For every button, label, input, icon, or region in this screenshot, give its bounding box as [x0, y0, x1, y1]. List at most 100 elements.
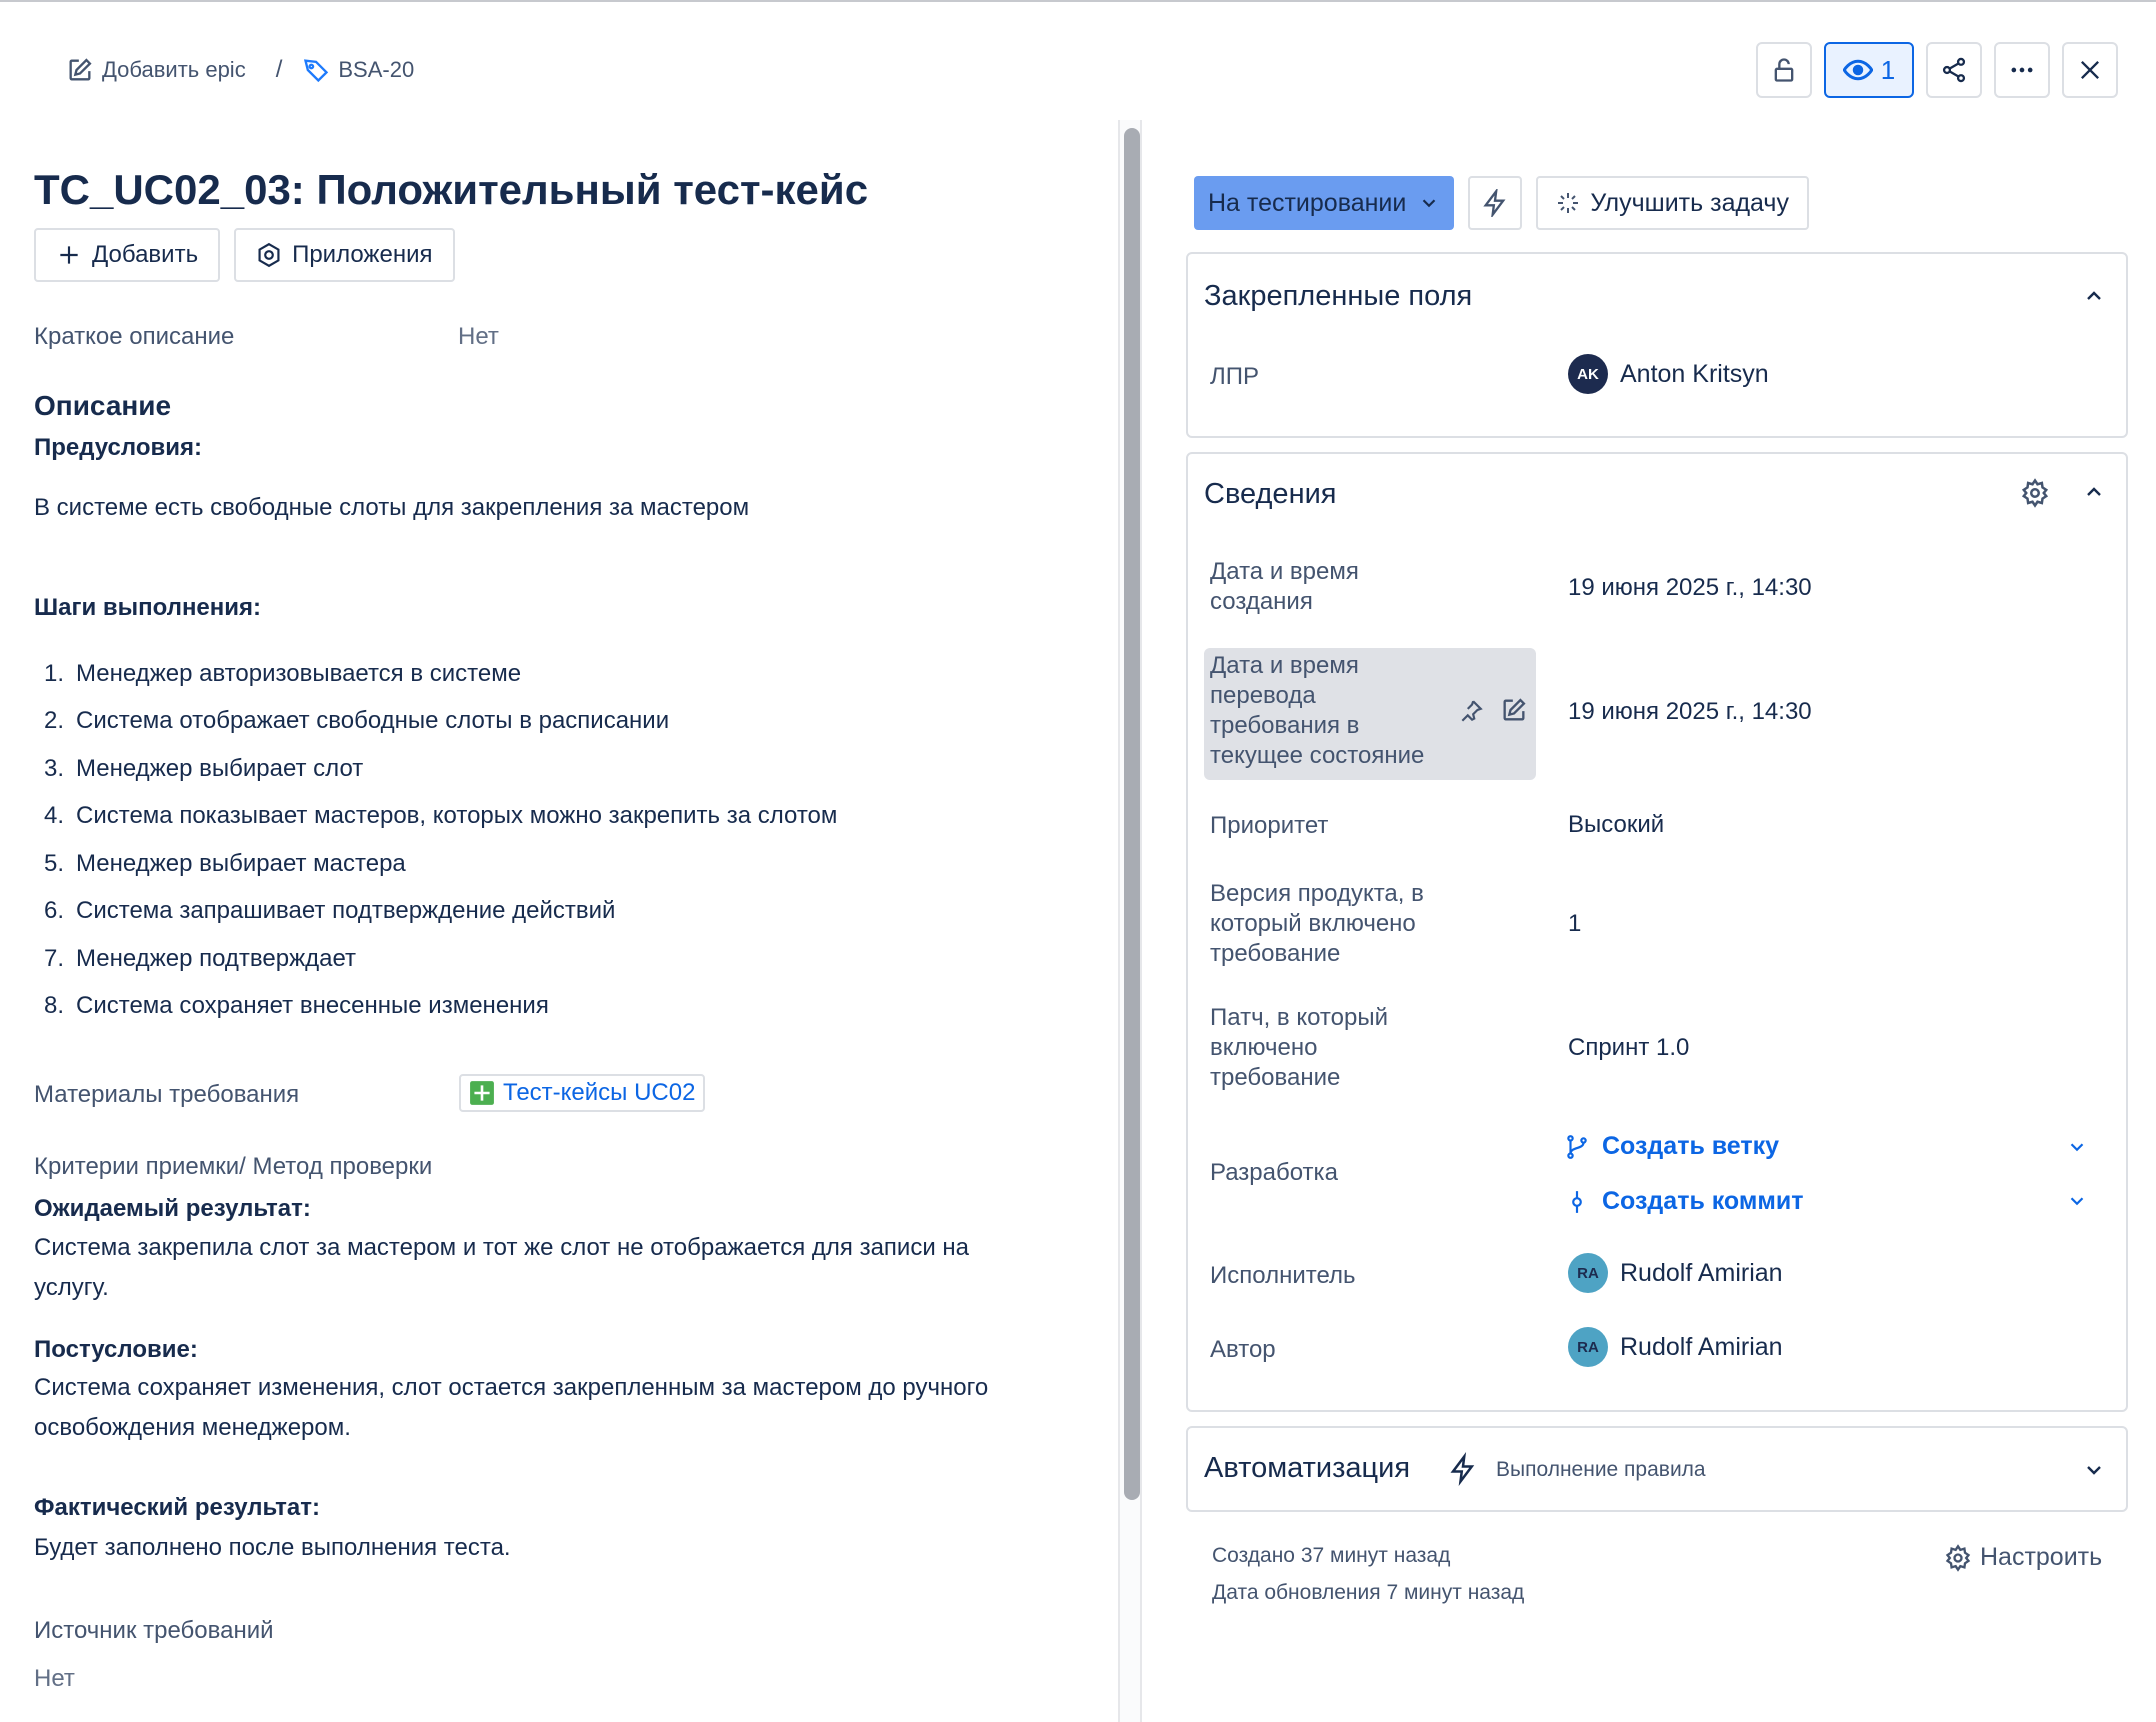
priority-value[interactable]: Высокий — [1568, 811, 1664, 839]
chevron-down-icon[interactable] — [2066, 1136, 2088, 1158]
commit-icon — [1564, 1189, 1590, 1215]
postcondition-line1: Система сохраняет изменения, слот остает… — [34, 1374, 989, 1401]
lpr-label: ЛПР — [1210, 363, 1260, 390]
transition-label-line1: Дата и время — [1210, 652, 1359, 679]
share-button[interactable] — [1926, 42, 1982, 98]
short-description-value[interactable]: Нет — [458, 323, 499, 351]
created-label-line1: Дата и время — [1210, 558, 1359, 585]
transition-label: Дата и время перевода требования в текущ… — [1210, 651, 1424, 771]
patch-label: Патч, в который включено требование — [1210, 1003, 1388, 1093]
avatar: AK — [1568, 354, 1608, 394]
gear-icon — [1944, 1543, 1972, 1572]
transition-label-line3: требования в — [1210, 712, 1360, 739]
details-card: Сведения Дата и время создания 19 июня 2… — [1186, 452, 2128, 1412]
created-label: Дата и время создания — [1210, 557, 1359, 617]
lock-button[interactable] — [1756, 42, 1812, 98]
pin-icon[interactable] — [1458, 698, 1484, 724]
actions-button[interactable] — [1468, 176, 1523, 230]
step-number: 4. — [43, 802, 64, 830]
step-number: 1. — [43, 659, 64, 687]
issue-actions: 1 — [1756, 42, 2118, 98]
requirements-source-label: Источник требований — [34, 1617, 274, 1644]
materials-link-text: Тест-кейсы UC02 — [503, 1079, 696, 1106]
edit-icon[interactable] — [1500, 696, 1528, 724]
step-item: 4. Система показывает мастеров, которых м… — [34, 793, 837, 841]
materials-link[interactable]: Тест-кейсы UC02 — [459, 1074, 706, 1112]
improve-task-button[interactable]: Улучшить задачу — [1536, 176, 1809, 230]
step-item: 6. Система запрашивает подтверждение дейс… — [34, 888, 837, 936]
lpr-name: Anton Kritsyn — [1620, 359, 1769, 388]
development-label: Разработка — [1210, 1159, 1338, 1186]
issue-key: BSA-20 — [338, 57, 415, 82]
issue-toolbar: Добавить Приложения — [34, 228, 455, 282]
add-button[interactable]: Добавить — [34, 228, 221, 282]
create-commit-link[interactable]: Создать коммит — [1564, 1187, 1803, 1216]
created-label-line2: создания — [1210, 588, 1313, 615]
sparkle-icon — [1556, 191, 1580, 215]
assignee-user[interactable]: RA Rudolf Amirian — [1568, 1253, 1783, 1293]
configure-label: Настроить — [1980, 1543, 2103, 1571]
breadcrumb-separator: / — [275, 56, 283, 83]
priority-label: Приоритет — [1210, 812, 1329, 839]
step-number: 8. — [43, 992, 64, 1020]
step-item: 1. Менеджер авторизовывается в системе — [34, 650, 837, 698]
acceptance-criteria-label: Критерии приемки/ Метод проверки — [34, 1153, 433, 1180]
expected-result-line2: услугу. — [34, 1274, 109, 1301]
expected-result-line1: Система закрепила слот за мастером и тот… — [34, 1234, 969, 1261]
patch-value[interactable]: Спринт 1.0 — [1568, 1034, 1689, 1062]
status-dropdown[interactable]: На тестировании — [1194, 176, 1455, 230]
issue-title[interactable]: TC_UC02_03: Положительный тест-кейс — [34, 166, 868, 214]
step-text: Менеджер подтверждает — [76, 944, 357, 972]
create-branch-link[interactable]: Создать ветку — [1564, 1132, 1779, 1161]
close-button[interactable] — [2062, 42, 2118, 98]
step-item: 2. Система отображает свободные слоты в р… — [34, 698, 837, 746]
configure-button[interactable]: Настроить — [1944, 1543, 2102, 1572]
more-button[interactable] — [1994, 42, 2050, 98]
apps-icon — [256, 242, 282, 268]
step-number: 7. — [43, 944, 64, 972]
avatar: RA — [1568, 1253, 1608, 1293]
description-heading: Описание — [34, 390, 172, 421]
expected-result-label: Ожидаемый результат: — [34, 1195, 311, 1222]
create-branch-label: Создать ветку — [1602, 1132, 1780, 1160]
watch-count: 1 — [1880, 54, 1896, 85]
avatar: RA — [1568, 1327, 1608, 1367]
issue-key-link[interactable]: BSA-20 — [302, 56, 414, 84]
scrollbar-thumb[interactable] — [1124, 128, 1140, 1500]
transition-label-line2: перевода — [1210, 682, 1316, 709]
preconditions-text: В системе есть свободные слоты для закре… — [34, 494, 750, 521]
breadcrumb: Добавить epic / BSA-20 — [66, 52, 414, 88]
chevron-down-icon[interactable] — [2066, 1190, 2088, 1212]
automation-card[interactable]: Автоматизация Выполнение правила — [1186, 1426, 2128, 1512]
add-epic-label: Добавить epic — [102, 57, 246, 82]
chevron-up-icon[interactable] — [2082, 480, 2106, 504]
step-item: 5. Менеджер выбирает мастера — [34, 840, 837, 888]
lpr-user[interactable]: AK Anton Kritsyn — [1568, 354, 1769, 394]
chevron-up-icon[interactable] — [2082, 284, 2106, 308]
requirements-source-value[interactable]: Нет — [34, 1665, 75, 1693]
step-text: Менеджер выбирает мастера — [76, 849, 406, 877]
version-value[interactable]: 1 — [1568, 910, 1581, 938]
gear-icon[interactable] — [2020, 478, 2050, 508]
created-meta: Создано 37 минут назад — [1212, 1544, 1451, 1567]
transition-label-line4: текущее состояние — [1210, 742, 1425, 769]
actual-result-label: Фактический результат: — [34, 1494, 320, 1521]
step-text: Система сохраняет внесенные изменения — [76, 992, 549, 1020]
add-epic-link[interactable]: Добавить epic — [66, 56, 246, 84]
chevron-down-icon[interactable] — [2082, 1458, 2106, 1482]
pinned-fields-title: Закрепленные поля — [1204, 280, 1473, 312]
apps-button[interactable]: Приложения — [234, 228, 455, 282]
lock-open-icon — [1770, 56, 1798, 84]
step-number: 2. — [43, 707, 64, 735]
share-icon — [1940, 56, 1968, 84]
version-label-line2: который включено — [1210, 910, 1416, 937]
step-number: 3. — [43, 754, 64, 782]
step-text: Система показывает мастеров, которых мож… — [76, 802, 838, 830]
lightning-icon — [1448, 1452, 1478, 1486]
edit-icon — [66, 56, 94, 84]
watch-button[interactable]: 1 — [1824, 42, 1914, 98]
materials-label: Материалы требования — [34, 1081, 300, 1108]
author-user[interactable]: RA Rudolf Amirian — [1568, 1327, 1783, 1367]
window-top-border — [0, 0, 2156, 2]
spreadsheet-icon — [469, 1080, 495, 1106]
